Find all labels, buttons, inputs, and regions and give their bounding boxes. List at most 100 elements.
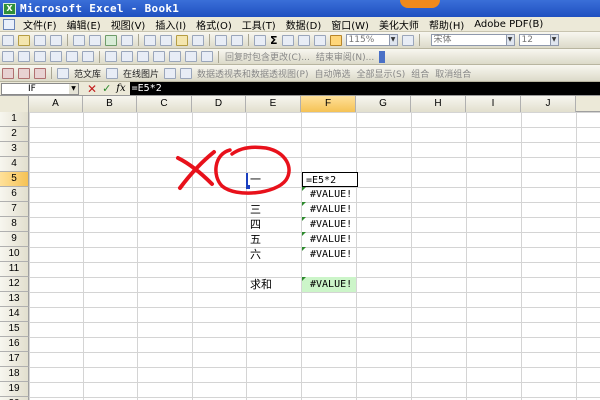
format-painter-icon[interactable] [192, 34, 204, 46]
cell-e5[interactable]: 一 [247, 172, 301, 187]
drawing-icon[interactable] [329, 34, 342, 46]
row-header-1[interactable]: 1 [0, 112, 29, 127]
review-icon-4[interactable] [50, 51, 62, 62]
online-picture-icon[interactable] [106, 67, 119, 79]
menu-adobe-pdf[interactable]: Adobe PDF(B) [469, 19, 548, 30]
print-preview-icon[interactable] [89, 34, 101, 46]
autofilter-button[interactable]: 自动筛选 [314, 67, 350, 80]
menu-file[interactable]: 文件(F) [18, 17, 62, 32]
row-header-4[interactable]: 4 [0, 157, 29, 172]
error-indicator-icon[interactable] [302, 217, 306, 221]
redo-icon[interactable] [231, 34, 243, 46]
row-header-9[interactable]: 9 [0, 232, 29, 247]
review-icon-8[interactable] [121, 51, 133, 62]
font-name-select[interactable]: 宋体 ▼ [430, 34, 515, 46]
row-header-16[interactable]: 16 [0, 337, 29, 352]
hyperlink-icon[interactable] [254, 34, 266, 46]
row-header-8[interactable]: 8 [0, 217, 29, 232]
online-picture-button[interactable]: 在线图片 [123, 67, 159, 80]
cell-e9[interactable]: 五 [247, 232, 301, 247]
cell-f6[interactable]: #VALUE! [302, 187, 356, 202]
row-header-14[interactable]: 14 [0, 307, 29, 322]
cell-f8[interactable]: #VALUE! [302, 217, 356, 232]
menu-beautify[interactable]: 美化大师 [374, 17, 424, 32]
review-icon-3[interactable] [34, 51, 46, 62]
chart-wizard-icon[interactable] [313, 34, 326, 46]
column-header-d[interactable]: D [192, 96, 246, 112]
menu-insert[interactable]: 插入(I) [150, 17, 191, 32]
spelling-icon[interactable] [105, 34, 117, 46]
cell-f5[interactable]: =E5*2 [302, 172, 358, 187]
select-all-corner[interactable] [0, 96, 29, 112]
cell-f9[interactable]: #VALUE! [302, 232, 356, 247]
review-icon-13[interactable] [201, 51, 213, 62]
enter-icon[interactable]: ✓ [102, 82, 111, 95]
row-header-3[interactable]: 3 [0, 142, 29, 157]
sort-ascending-icon[interactable] [281, 34, 294, 46]
faded-tool-icon[interactable] [180, 67, 193, 79]
review-icon-9[interactable] [137, 51, 149, 62]
research-icon[interactable] [121, 34, 133, 46]
zoom-select[interactable]: 115% ▼ [345, 34, 398, 46]
cell-e7[interactable]: 三 [247, 202, 301, 217]
cell-e8[interactable]: 四 [247, 217, 301, 232]
row-header-6[interactable]: 6 [0, 187, 29, 202]
help-icon[interactable] [401, 34, 414, 46]
undo-icon[interactable] [215, 34, 227, 46]
column-header-j[interactable]: J [521, 96, 576, 112]
end-review-button[interactable]: 结束审阅(N)... [316, 50, 374, 63]
menu-help[interactable]: 帮助(H) [424, 17, 469, 32]
row-header-19[interactable]: 19 [0, 382, 29, 397]
menu-data[interactable]: 数据(D) [281, 17, 327, 32]
column-header-c[interactable]: C [137, 96, 192, 112]
row-header-12[interactable]: 12 [0, 277, 29, 292]
menu-window[interactable]: 窗口(W) [326, 17, 374, 32]
error-indicator-icon[interactable] [302, 232, 306, 236]
cut-icon[interactable] [144, 34, 156, 46]
menu-tools[interactable]: 工具(T) [237, 17, 281, 32]
menu-format[interactable]: 格式(O) [191, 17, 237, 32]
review-icon-7[interactable] [105, 51, 117, 62]
name-box[interactable]: IF ▼ [1, 82, 79, 95]
save-icon[interactable] [34, 34, 46, 46]
column-header-b[interactable]: B [83, 96, 137, 112]
row-header-11[interactable]: 11 [0, 262, 29, 277]
sort-descending-icon[interactable] [297, 34, 310, 46]
cell-f12[interactable]: #VALUE! [302, 277, 356, 292]
review-icon-12[interactable] [185, 51, 197, 62]
row-header-7[interactable]: 7 [0, 202, 29, 217]
column-header-i[interactable]: I [466, 96, 521, 112]
toolbar-options-handle[interactable] [379, 50, 386, 63]
review-icon-2[interactable] [18, 51, 30, 62]
print-icon[interactable] [73, 34, 85, 46]
column-header-f[interactable]: F [301, 96, 356, 112]
pivot-table-button[interactable]: 数据透视表和数据透视图(P) [197, 67, 308, 80]
show-all-button[interactable]: 全部显示(S) [357, 67, 406, 80]
column-header-h[interactable]: H [411, 96, 466, 112]
error-indicator-icon[interactable] [302, 247, 306, 251]
column-header-a[interactable]: A [29, 96, 83, 112]
faded-tool-icon[interactable] [164, 67, 177, 79]
cell-f7[interactable]: #VALUE! [302, 202, 356, 217]
template-library-icon[interactable] [57, 67, 69, 79]
review-icon-5[interactable] [66, 51, 78, 62]
pdf-convert-icon[interactable] [2, 67, 14, 79]
error-indicator-icon[interactable] [302, 187, 306, 191]
review-icon-6[interactable] [82, 51, 94, 62]
menu-edit[interactable]: 编辑(E) [62, 17, 106, 32]
autosum-icon[interactable]: Σ [270, 34, 278, 47]
workbook-icon[interactable] [3, 18, 15, 30]
cell-e10[interactable]: 六 [247, 247, 301, 262]
column-header-g[interactable]: G [356, 96, 411, 112]
paste-icon[interactable] [176, 34, 188, 46]
error-indicator-icon[interactable] [302, 202, 306, 206]
review-icon-11[interactable] [169, 51, 181, 62]
font-size-select[interactable]: 12 ▼ [518, 34, 559, 46]
group-button[interactable]: 组合 [411, 67, 429, 80]
row-header-15[interactable]: 15 [0, 322, 29, 337]
review-icon-10[interactable] [153, 51, 165, 62]
column-header-e[interactable]: E [246, 96, 301, 112]
menu-view[interactable]: 视图(V) [106, 17, 151, 32]
row-header-13[interactable]: 13 [0, 292, 29, 307]
reply-with-changes-button[interactable]: 回复时包含更改(C)... [225, 50, 310, 63]
